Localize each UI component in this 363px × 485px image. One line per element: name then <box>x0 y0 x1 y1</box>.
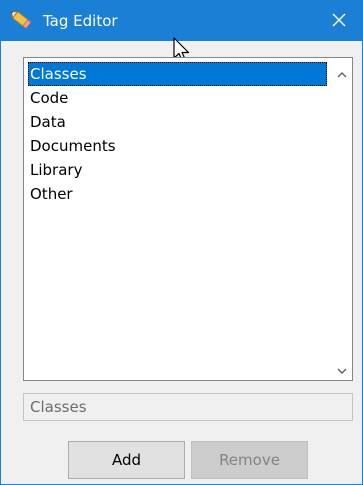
tag-list: Classes Code Data Documents Library Othe… <box>28 62 327 206</box>
title-bar[interactable]: Tag Editor <box>1 1 362 41</box>
list-item[interactable]: Documents <box>28 134 327 158</box>
tag-listbox[interactable]: Classes Code Data Documents Library Othe… <box>23 57 353 381</box>
list-item[interactable]: Other <box>28 182 327 206</box>
add-button[interactable]: Add <box>68 441 185 479</box>
remove-button[interactable]: Remove <box>191 441 308 479</box>
window-title: Tag Editor <box>43 12 118 30</box>
tag-name-field[interactable]: Classes <box>23 393 353 421</box>
close-button[interactable] <box>316 1 362 41</box>
chevron-up-icon <box>337 63 347 82</box>
chevron-down-icon <box>337 359 347 378</box>
list-item[interactable]: Code <box>28 86 327 110</box>
vertical-scrollbar[interactable] <box>331 58 352 380</box>
close-icon <box>332 12 346 31</box>
scroll-up-button[interactable] <box>331 62 352 82</box>
pencil-icon <box>10 10 35 32</box>
scroll-down-button[interactable] <box>331 358 352 378</box>
list-item[interactable]: Data <box>28 110 327 134</box>
list-item[interactable]: Library <box>28 158 327 182</box>
tag-editor-window: Tag Editor Classes Code Data Documents L… <box>0 0 363 485</box>
list-item[interactable]: Classes <box>28 62 327 86</box>
